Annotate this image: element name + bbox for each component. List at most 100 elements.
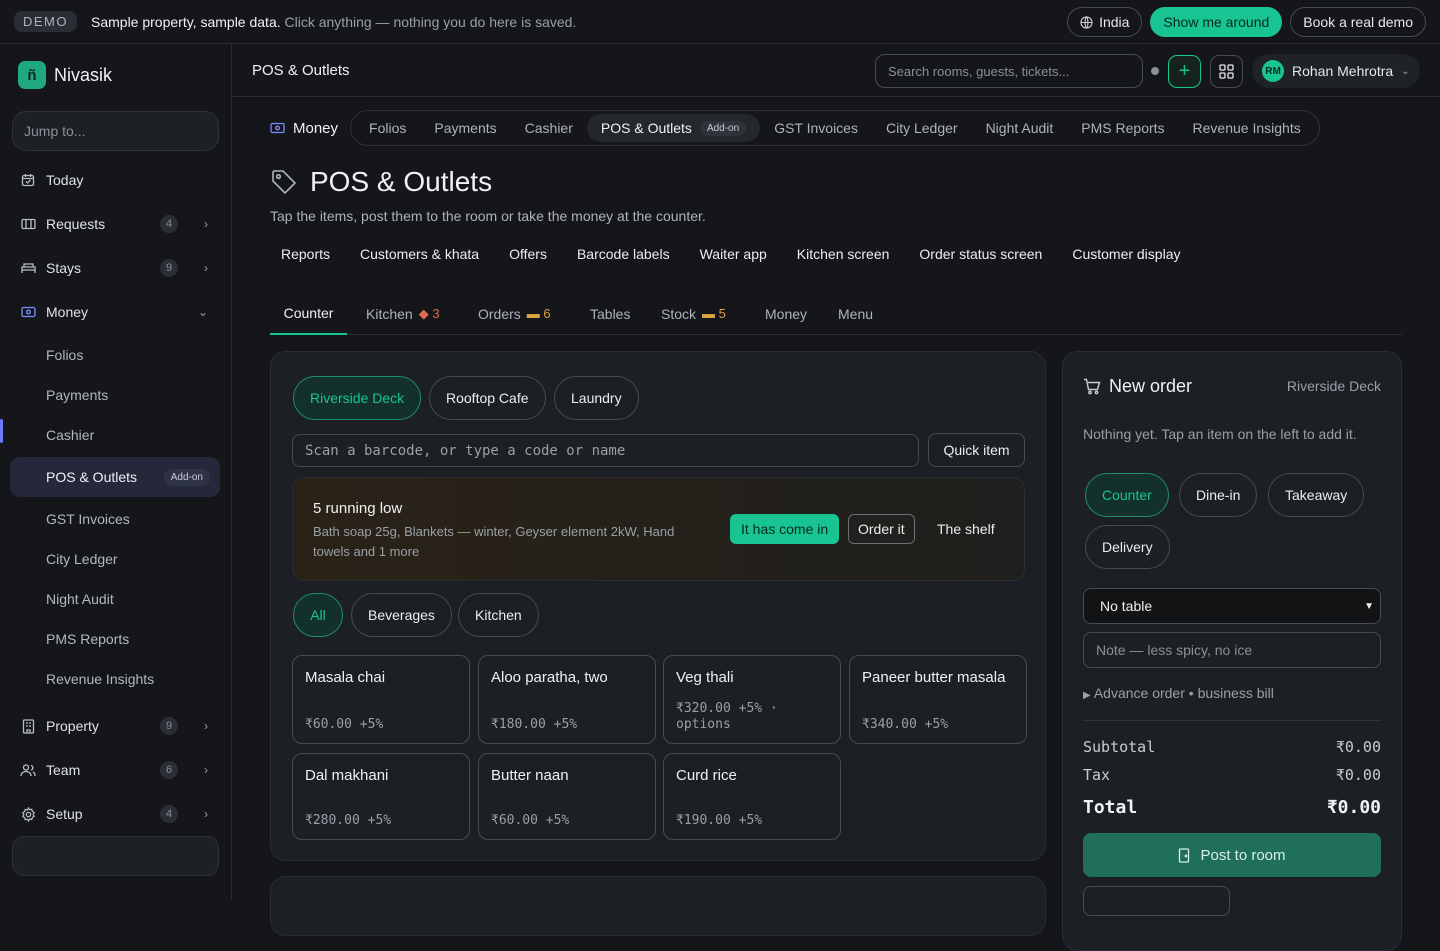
brand[interactable]: ñ Nivasik xyxy=(18,61,112,89)
tab-menu[interactable]: Menu xyxy=(838,292,873,335)
brand-name: Nivasik xyxy=(54,64,113,85)
secondary-action-button[interactable] xyxy=(1083,886,1230,916)
divider xyxy=(1083,720,1381,721)
post-to-room-button[interactable]: Post to room xyxy=(1083,833,1381,877)
sidebar-item-payments[interactable]: Payments xyxy=(10,375,220,415)
category-kitchen[interactable]: Kitchen xyxy=(458,593,539,637)
pos-links: Reports Customers & khata Offers Barcode… xyxy=(281,246,1180,262)
category-beverages[interactable]: Beverages xyxy=(351,593,452,637)
modules-button[interactable] xyxy=(12,836,219,876)
sidebar-item-pos-outlets[interactable]: POS & Outlets Add-on xyxy=(10,457,220,497)
status-dot xyxy=(1151,67,1159,75)
tab-city-ledger[interactable]: City Ledger xyxy=(872,114,972,142)
menu-item[interactable]: Aloo paratha, two ₹180.00 +5% xyxy=(478,655,656,744)
chevron-down-icon: ▼ xyxy=(1364,600,1374,612)
page-title: POS & Outlets xyxy=(270,166,492,198)
outlet-riverside-deck[interactable]: Riverside Deck xyxy=(293,376,422,420)
advance-order-toggle[interactable]: ▶ Advance order • business bill xyxy=(1083,685,1274,701)
barcode-input[interactable]: Scan a barcode, or type a code or name xyxy=(292,434,919,467)
calendar-icon xyxy=(20,172,36,188)
link-offers[interactable]: Offers xyxy=(509,246,547,262)
sidebar-item-folios[interactable]: Folios xyxy=(10,335,220,375)
sidebar-item-cashier[interactable]: Cashier xyxy=(10,415,220,455)
apps-button[interactable] xyxy=(1210,55,1243,88)
link-customer-display[interactable]: Customer display xyxy=(1072,246,1180,262)
mode-delivery[interactable]: Delivery xyxy=(1085,525,1170,569)
tax-value: ₹0.00 xyxy=(1335,766,1381,784)
jump-to-input[interactable]: Jump to... xyxy=(12,111,219,151)
menu-item[interactable]: Masala chai ₹60.00 +5% xyxy=(292,655,470,744)
sidebar-item-night-audit[interactable]: Night Audit xyxy=(10,579,220,619)
sidebar-item-revenue-insights[interactable]: Revenue Insights xyxy=(10,659,220,699)
sidebar-item-property[interactable]: Property 9 › xyxy=(10,706,220,746)
money-icon xyxy=(270,122,285,134)
demo-message: Sample property, sample data. Click anyt… xyxy=(91,13,577,30)
sidebar-item-today[interactable]: Today xyxy=(10,160,220,200)
sidebar-item-city-ledger[interactable]: City Ledger xyxy=(10,539,220,579)
order-empty-text: Nothing yet. Tap an item on the left to … xyxy=(1083,426,1357,442)
tab-tables[interactable]: Tables xyxy=(590,292,630,335)
came-in-button[interactable]: It has come in xyxy=(730,514,840,544)
add-button[interactable]: + xyxy=(1168,55,1201,88)
menu-item[interactable]: Veg thali ₹320.00 +5% · options xyxy=(663,655,841,744)
counter-panel: Riverside Deck Rooftop Cafe Laundry Scan… xyxy=(270,351,1046,861)
quick-item-button[interactable]: Quick item xyxy=(928,433,1025,467)
outlet-rooftop-cafe[interactable]: Rooftop Cafe xyxy=(429,376,546,420)
low-stock-alert: 5 running low Bath soap 25g, Blankets — … xyxy=(292,477,1025,581)
link-customers-khata[interactable]: Customers & khata xyxy=(360,246,479,262)
tab-revenue-insights[interactable]: Revenue Insights xyxy=(1179,114,1315,142)
tab-counter[interactable]: Counter xyxy=(270,292,347,335)
sidebar-item-requests[interactable]: Requests 4 › xyxy=(10,204,220,244)
tab-gst-invoices[interactable]: GST Invoices xyxy=(760,114,872,142)
note-input[interactable]: Note — less spicy, no ice xyxy=(1083,632,1381,668)
order-it-button[interactable]: Order it xyxy=(848,514,915,544)
menu-item[interactable]: Butter naan ₹60.00 +5% xyxy=(478,753,656,840)
tab-stock[interactable]: Stock ▬ 5 xyxy=(661,292,726,335)
tab-pms-reports[interactable]: PMS Reports xyxy=(1067,114,1178,142)
demo-badge: DEMO xyxy=(14,11,77,32)
tab-night-audit[interactable]: Night Audit xyxy=(972,114,1068,142)
sidebar-item-setup[interactable]: Setup 4 › xyxy=(10,794,220,834)
tab-kitchen[interactable]: Kitchen ◆ 3 xyxy=(366,292,440,335)
link-order-status-screen[interactable]: Order status screen xyxy=(919,246,1042,262)
tab-money[interactable]: Money xyxy=(765,292,807,335)
menu-item[interactable]: Dal makhani ₹280.00 +5% xyxy=(292,753,470,840)
avatar: RM xyxy=(1262,60,1284,82)
low-stock-detail: Bath soap 25g, Blankets — winter, Geyser… xyxy=(313,524,675,559)
tab-pos-outlets[interactable]: POS & Outlets Add-on xyxy=(586,114,761,142)
menu-item[interactable]: Curd rice ₹190.00 +5% xyxy=(663,753,841,840)
sidebar-item-team[interactable]: Team 6 › xyxy=(10,750,220,790)
user-menu[interactable]: RM Rohan Mehrotra ⌄ xyxy=(1252,54,1420,88)
sidebar-item-gst-invoices[interactable]: GST Invoices xyxy=(10,499,220,539)
table-select[interactable]: No table ▼ xyxy=(1083,588,1381,624)
outlet-laundry[interactable]: Laundry xyxy=(554,376,639,420)
sidebar-item-money[interactable]: Money ⌄ xyxy=(10,292,220,332)
order-title: New order xyxy=(1083,376,1192,397)
link-barcode-labels[interactable]: Barcode labels xyxy=(577,246,670,262)
region-button[interactable]: India xyxy=(1067,7,1143,37)
link-kitchen-screen[interactable]: Kitchen screen xyxy=(797,246,890,262)
tab-payments[interactable]: Payments xyxy=(420,114,510,142)
sidebar-item-stays[interactable]: Stays 9 › xyxy=(10,248,220,288)
mode-dine-in[interactable]: Dine-in xyxy=(1179,473,1258,517)
tab-folios[interactable]: Folios xyxy=(355,114,420,142)
link-reports[interactable]: Reports xyxy=(281,246,330,262)
search-input[interactable]: Search rooms, guests, tickets... xyxy=(875,54,1143,88)
money-icon xyxy=(20,304,36,320)
menu-item[interactable]: Paneer butter masala ₹340.00 +5% xyxy=(849,655,1027,744)
property-count: 9 xyxy=(160,717,178,735)
shelf-button[interactable]: The shelf xyxy=(937,514,995,544)
tab-orders[interactable]: Orders ▬ 6 xyxy=(478,292,551,335)
money-section-label: Money xyxy=(270,120,338,137)
tour-button[interactable]: Show me around xyxy=(1150,7,1283,37)
tab-cashier[interactable]: Cashier xyxy=(511,114,587,142)
category-all[interactable]: All xyxy=(293,593,343,637)
active-indicator xyxy=(0,419,3,443)
mode-takeaway[interactable]: Takeaway xyxy=(1268,473,1365,517)
kitchen-badge: ◆ 3 xyxy=(418,305,440,321)
mode-counter[interactable]: Counter xyxy=(1085,473,1169,517)
money-section-nav: Money Folios Payments Cashier POS & Outl… xyxy=(270,110,1320,146)
book-demo-button[interactable]: Book a real demo xyxy=(1290,7,1426,37)
sidebar-item-pms-reports[interactable]: PMS Reports xyxy=(10,619,220,659)
link-waiter-app[interactable]: Waiter app xyxy=(700,246,767,262)
